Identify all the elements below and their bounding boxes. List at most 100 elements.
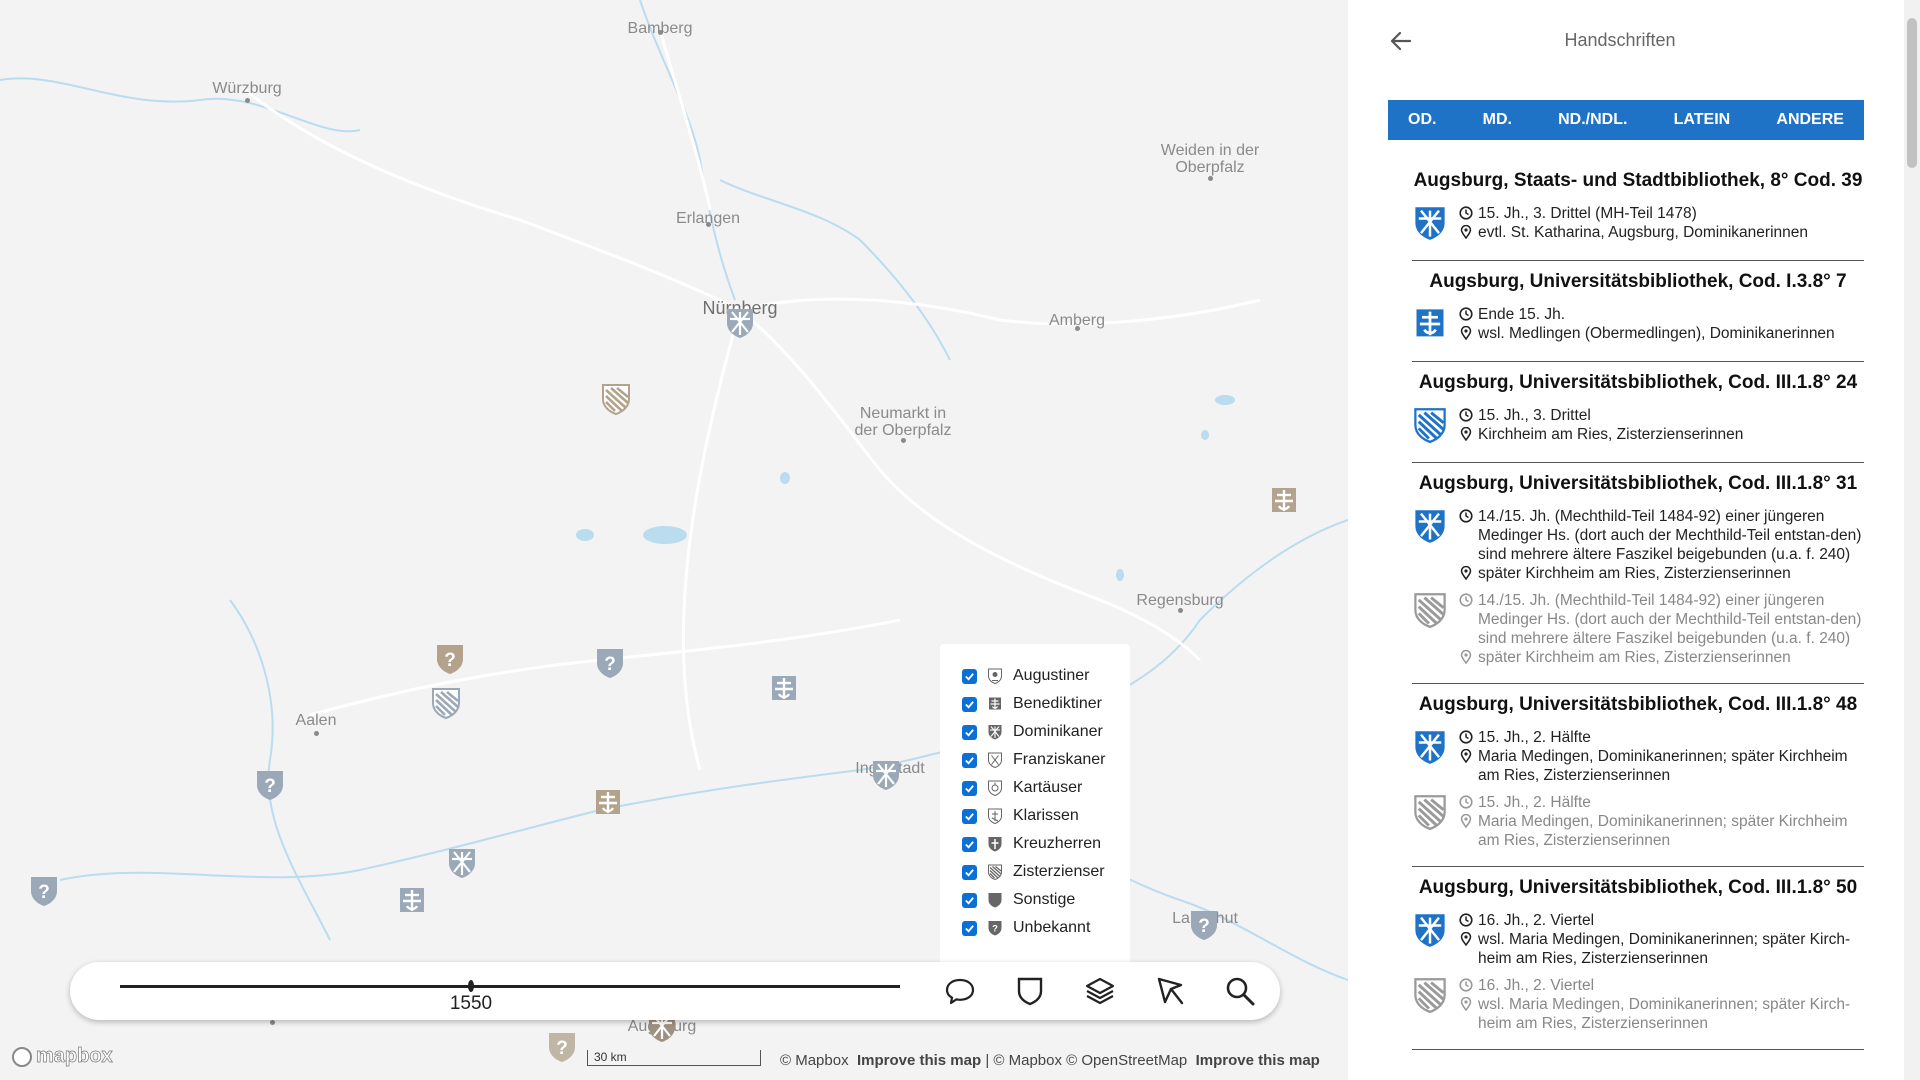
zisterzienser-marker-icon[interactable] (600, 382, 632, 416)
date-text: 15. Jh., 3. Drittel (MH-Teil 1478) (1478, 205, 1697, 222)
legend-item-benediktiner[interactable]: Benediktiner (962, 690, 1130, 718)
dominikaner-marker-icon[interactable] (724, 306, 756, 340)
improve-map-link[interactable]: Improve this map (857, 1052, 981, 1069)
benediktiner-marker-icon[interactable] (768, 672, 800, 706)
city-dot (1208, 176, 1213, 181)
layers-button[interactable] (1080, 972, 1120, 1010)
tab-1[interactable]: MD. (1483, 111, 1512, 129)
legend-label: Klarissen (1013, 807, 1079, 824)
legend-label: Unbekannt (1013, 919, 1091, 936)
date-line: 14./15. Jh. (Mechthild-Teil 1484-92) ein… (1458, 591, 1864, 648)
manuscript-item[interactable]: Augsburg, Universitätsbibliothek, Cod. I… (1412, 867, 1864, 1050)
attribution-mapbox-2[interactable]: © Mapbox (993, 1052, 1062, 1069)
place-line: Kirchheim am Ries, Zisterzienserinnen (1458, 425, 1864, 444)
tab-3[interactable]: LATEIN (1674, 111, 1731, 129)
manuscript-title[interactable]: Augsburg, Universitätsbibliothek, Cod. I… (1412, 694, 1864, 716)
unbekannt-marker-icon[interactable]: ? (1188, 908, 1220, 942)
comment-button[interactable] (940, 972, 980, 1010)
city-label: Neumarkt in der Oberpfalz (854, 405, 952, 439)
legend-checkbox[interactable] (962, 808, 977, 824)
legend-item-kreuzherren[interactable]: Kreuzherren (962, 830, 1130, 858)
legend-checkbox[interactable] (962, 864, 977, 880)
legend-checkbox[interactable] (962, 696, 977, 712)
benediktiner-marker-icon[interactable] (592, 786, 624, 820)
manuscript-title[interactable]: Augsburg, Universitätsbibliothek, Cod. I… (1412, 877, 1864, 899)
clock-icon (1458, 728, 1474, 747)
date-text: 14./15. Jh. (Mechthild-Teil 1484-92) ein… (1478, 592, 1862, 647)
map-base-layer (0, 0, 1348, 1002)
manuscript-item[interactable]: Augsburg, Universitätsbibliothek, Cod. I… (1412, 362, 1864, 463)
unbekannt-marker-icon[interactable]: ? (254, 768, 286, 802)
order-filter-button[interactable] (1010, 972, 1050, 1010)
improve-map-link-2[interactable]: Improve this map (1196, 1052, 1320, 1069)
legend-item-klarissen[interactable]: Klarissen (962, 802, 1130, 830)
tab-0[interactable]: OD. (1408, 111, 1436, 129)
legend-checkbox[interactable] (962, 752, 977, 768)
date-line: Ende 15. Jh. (1458, 305, 1864, 324)
mapbox-logo[interactable]: mapbox (12, 1045, 113, 1068)
manuscript-item[interactable]: Augsburg, Universitätsbibliothek, Cod. I… (1412, 463, 1864, 684)
legend-checkbox[interactable] (962, 724, 977, 740)
dominikaner-icon (987, 723, 1003, 741)
provenance-entry: 15. Jh., 3. Drittel Kirchheim am Ries, Zi… (1412, 406, 1864, 446)
legend-checkbox[interactable] (962, 920, 977, 936)
legend-checkbox[interactable] (962, 892, 977, 908)
unbekannt-marker-icon[interactable]: ? (434, 642, 466, 676)
manuscript-title[interactable]: Augsburg, Universitätsbibliothek, Cod. I… (1412, 372, 1864, 394)
provenance-entry: 15. Jh., 2. Hälfte Maria Medingen, Domini… (1412, 728, 1864, 785)
clock-icon (1458, 204, 1474, 223)
legend-checkbox[interactable] (962, 668, 977, 684)
kreuzherren-icon (987, 835, 1003, 853)
attribution-mapbox[interactable]: © Mapbox (780, 1052, 849, 1069)
benediktiner-marker-icon[interactable] (1268, 484, 1300, 518)
manuscript-item[interactable]: Augsburg, Universitätsbibliothek, Cod. I… (1412, 261, 1864, 362)
unbekannt-marker-icon[interactable]: ? (546, 1030, 578, 1064)
provenance-entry: 16. Jh., 2. Viertel wsl. Maria Medingen, … (1412, 911, 1864, 968)
dominikaner-marker-icon[interactable] (446, 846, 478, 880)
legend-label: Franziskaner (1013, 751, 1106, 768)
manuscript-title[interactable]: Augsburg, Universitätsbibliothek, Cod. I… (1412, 271, 1864, 293)
location-pin-icon (1458, 747, 1474, 785)
year-slider-track[interactable] (120, 985, 900, 988)
pointer-button[interactable] (1150, 972, 1190, 1010)
place-text: später Kirchheim am Ries, Zisterzienseri… (1478, 565, 1791, 582)
manuscript-item[interactable]: Augsburg, Universitätsbibliothek, Cod. I… (1412, 684, 1864, 867)
legend-item-dominikaner[interactable]: Dominikaner (962, 718, 1130, 746)
year-slider-thumb[interactable] (468, 980, 474, 992)
zisterzienser-icon (1412, 791, 1448, 833)
legend-label: Kreuzherren (1013, 835, 1102, 852)
search-button[interactable] (1220, 972, 1260, 1010)
sidebar-scrollbar[interactable] (1904, 0, 1920, 1080)
legend-item-zisterzienser[interactable]: Zisterzienser (962, 858, 1130, 886)
legend-item-augustiner[interactable]: Augustiner (962, 662, 1130, 690)
zisterzienser-marker-icon[interactable] (430, 686, 462, 720)
legend-item-unbekannt[interactable]: ? Unbekannt (962, 914, 1130, 942)
map-canvas[interactable]: Bamberg Würzburg Weiden in der Oberpfalz Er… (0, 0, 1348, 1080)
legend-checkbox[interactable] (962, 836, 977, 852)
legend-item-kartaeuser[interactable]: Kartäuser (962, 774, 1130, 802)
legend-item-franziskaner[interactable]: Franziskaner (962, 746, 1130, 774)
manuscript-item[interactable]: Augsburg, Staats- und Stadtbibliothek, 8… (1412, 160, 1864, 261)
manuscript-title[interactable]: Augsburg, Staats- und Stadtbibliothek, 8… (1412, 170, 1864, 192)
year-slider-value: 1550 (449, 993, 493, 1014)
city-dot (901, 438, 906, 443)
flag-pointer-icon (1157, 977, 1184, 1005)
place-text: wsl. Maria Medingen, Dominikanerinnen; s… (1478, 996, 1851, 1032)
attribution-osm[interactable]: © OpenStreetMap (1066, 1052, 1187, 1069)
manuscript-title[interactable]: Augsburg, Universitätsbibliothek, Cod. I… (1412, 473, 1864, 495)
place-line: später Kirchheim am Ries, Zisterzienseri… (1458, 564, 1864, 583)
tab-2[interactable]: ND./NDL. (1558, 111, 1627, 129)
clock-icon (1458, 305, 1474, 324)
provenance-entry: 15. Jh., 3. Drittel (MH-Teil 1478) evtl. … (1412, 204, 1864, 244)
unbekannt-marker-icon[interactable]: ? (594, 646, 626, 680)
legend-item-sonstige[interactable]: Sonstige (962, 886, 1130, 914)
benediktiner-marker-icon[interactable] (396, 884, 428, 918)
city-dot (1178, 608, 1183, 613)
unbekannt-marker-icon[interactable]: ? (28, 874, 60, 908)
scrollbar-thumb[interactable] (1907, 18, 1917, 168)
legend-checkbox[interactable] (962, 780, 977, 796)
provenance-entry: 16. Jh., 2. Viertel wsl. Maria Medingen, … (1412, 976, 1864, 1033)
dominikaner-marker-icon[interactable] (870, 758, 902, 792)
language-tabs: OD. MD. ND./NDL. LATEIN ANDERE (1388, 100, 1864, 140)
tab-4[interactable]: ANDERE (1776, 111, 1844, 129)
